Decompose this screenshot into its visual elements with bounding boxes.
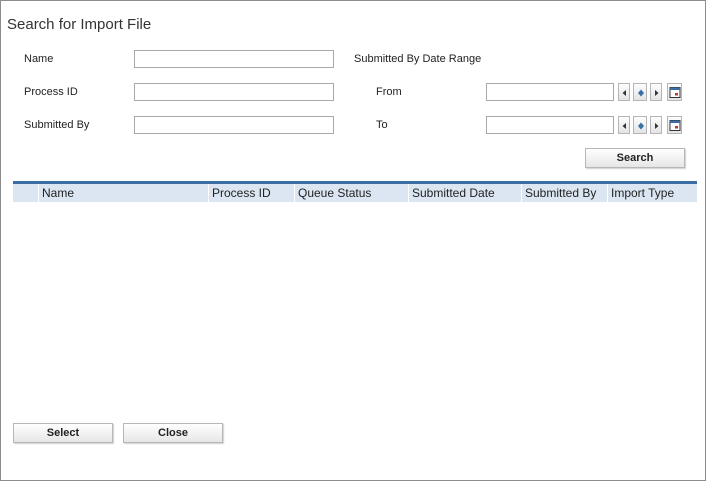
right-arrow-icon	[655, 123, 659, 129]
results-grid-body	[13, 202, 697, 402]
from-today-button[interactable]	[633, 83, 647, 101]
from-date-input[interactable]	[486, 83, 614, 101]
search-button[interactable]: Search	[585, 148, 685, 168]
submitted-by-input[interactable]	[134, 116, 334, 134]
calendar-icon	[669, 87, 681, 98]
col-header-submitted-date[interactable]: Submitted Date	[408, 184, 521, 202]
to-today-button[interactable]	[633, 116, 647, 134]
submitted-by-label: Submitted By	[24, 119, 90, 131]
to-prev-button[interactable]	[618, 116, 630, 134]
right-arrow-icon	[655, 90, 659, 96]
select-button[interactable]: Select	[13, 423, 113, 443]
diamond-icon	[638, 89, 644, 97]
to-date-input[interactable]	[486, 116, 614, 134]
name-label: Name	[24, 53, 54, 65]
calendar-icon	[669, 120, 681, 131]
diamond-icon	[638, 122, 644, 130]
search-import-file-dialog: Search for Import File Name Process ID S…	[0, 0, 706, 481]
from-prev-button[interactable]	[618, 83, 630, 101]
col-header-submitted-by[interactable]: Submitted By	[521, 184, 607, 202]
col-header-process-id[interactable]: Process ID	[208, 184, 294, 202]
col-header-import-type[interactable]: Import Type	[607, 184, 693, 202]
name-input[interactable]	[134, 50, 334, 68]
col-header-queue-status[interactable]: Queue Status	[294, 184, 408, 202]
process-id-label: Process ID	[24, 86, 78, 98]
close-button[interactable]: Close	[123, 423, 223, 443]
from-label: From	[376, 86, 402, 98]
col-header-name[interactable]: Name	[38, 184, 208, 202]
to-label: To	[376, 119, 388, 131]
from-next-button[interactable]	[650, 83, 662, 101]
left-arrow-icon	[622, 90, 626, 96]
left-arrow-icon	[622, 123, 626, 129]
to-next-button[interactable]	[650, 116, 662, 134]
col-selector-header[interactable]	[13, 184, 38, 202]
from-calendar-button[interactable]	[667, 83, 682, 101]
process-id-input[interactable]	[134, 83, 334, 101]
dialog-title: Search for Import File	[7, 16, 152, 33]
results-grid-header: Name Process ID Queue Status Submitted D…	[13, 184, 697, 202]
to-calendar-button[interactable]	[667, 116, 682, 134]
date-range-label: Submitted By Date Range	[354, 53, 482, 65]
